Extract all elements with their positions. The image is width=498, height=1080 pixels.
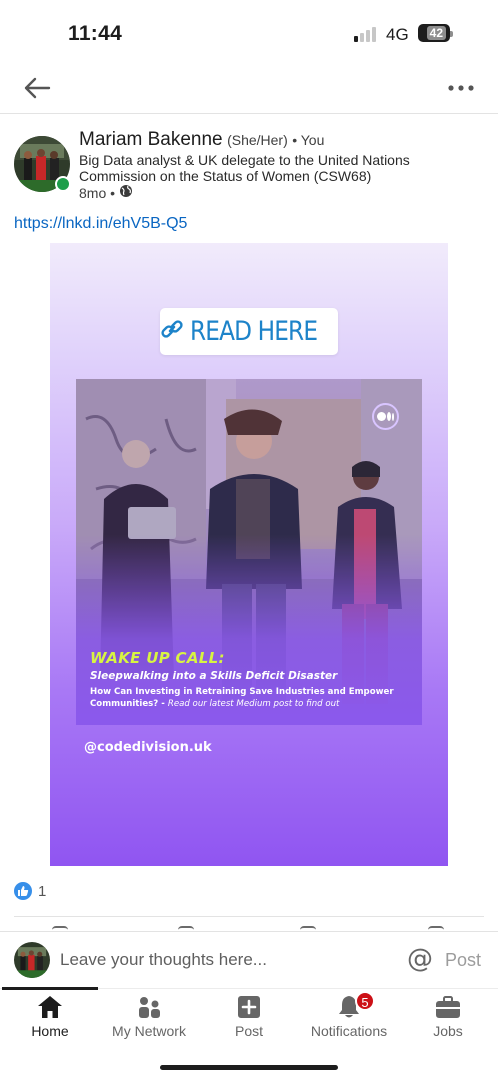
image-handle: @codedivision.uk [84, 740, 212, 755]
nav-post-label: Post [234, 1023, 263, 1039]
back-arrow-icon[interactable] [22, 74, 52, 102]
reactions[interactable]: 1 [14, 882, 46, 900]
divider [14, 916, 484, 917]
nav-my-network-label: My Network [112, 1023, 186, 1039]
author-name[interactable]: Mariam Bakenne [79, 129, 223, 150]
battery-level: 42 [426, 26, 446, 40]
like-reaction-icon [14, 882, 32, 900]
signal-icon [354, 26, 376, 42]
network-type: 4G [386, 25, 409, 44]
nav-jobs-label: Jobs [433, 1023, 463, 1039]
post-time: 8mo • [79, 184, 116, 201]
online-status-dot [55, 176, 71, 192]
mention-icon[interactable]: @ [407, 945, 433, 973]
comment-input[interactable] [60, 948, 390, 972]
nav-notifications-label: Notifications [310, 1023, 388, 1039]
read-here-text: READ HERE [190, 316, 318, 347]
image-subtitle: Sleepwalking into a Skills Deficit Disas… [90, 670, 338, 682]
bottom-nav: Home My Network Post 5 Notifications Job… [0, 987, 498, 1049]
network-icon [136, 995, 162, 1019]
image-title: WAKE UP CALL: [90, 649, 225, 667]
comment-bar: @ Post [0, 931, 498, 988]
image-body: How Can Investing in Retraining Save Ind… [90, 686, 410, 710]
author-headline: Big Data analyst & UK delegate to the Un… [79, 152, 410, 184]
home-indicator [160, 1065, 338, 1070]
globe-icon [119, 184, 133, 201]
medium-logo-icon [372, 403, 399, 430]
nav-jobs[interactable]: Jobs [400, 989, 496, 1049]
connection-degree: • You [292, 132, 325, 148]
nav-post[interactable]: Post [200, 989, 298, 1049]
reaction-count: 1 [38, 882, 47, 900]
author-line: Mariam Bakenne (She/Her) • You [79, 129, 324, 151]
post-link[interactable]: https://lnkd.in/ehV5B-Q5 [14, 215, 187, 233]
nav-home-label: Home [31, 1023, 69, 1039]
author-pronouns: (She/Her) [227, 132, 288, 148]
link-icon [160, 317, 184, 346]
post-image[interactable]: READ HERE WAKE UP CALL: Sleepwalking int… [50, 243, 448, 866]
status-time: 11:44 [68, 22, 123, 45]
photo: WAKE UP CALL: Sleepwalking into a Skills… [76, 379, 422, 725]
battery-icon: 42 [418, 24, 453, 42]
image-body-italic: Read our latest Medium post to find out [167, 699, 340, 709]
commenter-avatar [14, 942, 50, 978]
nav-my-network[interactable]: My Network [100, 989, 198, 1049]
post-meta: 8mo • [79, 184, 133, 201]
post-comment-button[interactable]: Post [445, 950, 481, 971]
author-avatar[interactable] [14, 136, 71, 192]
read-here-badge: READ HERE [160, 308, 338, 355]
more-options-icon[interactable] [446, 74, 476, 102]
briefcase-icon [435, 995, 461, 1019]
notification-badge: 5 [355, 991, 375, 1011]
nav-home[interactable]: Home [2, 989, 98, 1049]
home-icon [37, 995, 63, 1019]
status-bar: 11:44 4G 42 [0, 0, 498, 62]
post-icon [237, 995, 261, 1019]
top-nav [0, 62, 498, 114]
nav-notifications[interactable]: 5 Notifications [300, 989, 398, 1049]
